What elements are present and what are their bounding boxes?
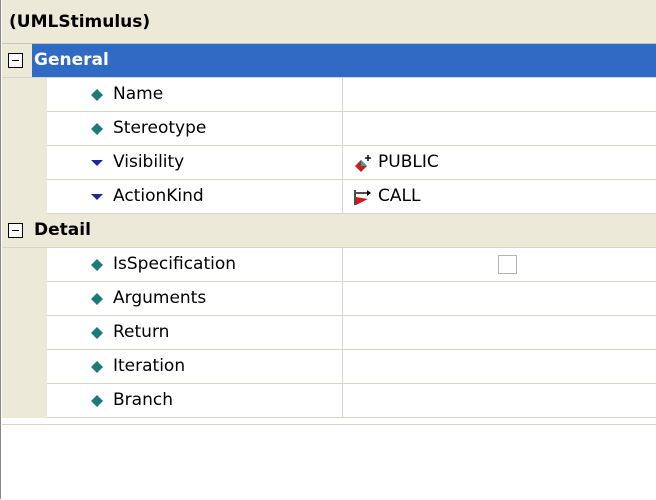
property-value[interactable]: CALL xyxy=(343,180,656,214)
property-row-arguments[interactable]: Arguments xyxy=(2,282,656,316)
description-pane xyxy=(2,424,656,500)
property-row-visibility[interactable]: Visibility PUBLIC xyxy=(2,146,656,180)
visibility-public-icon xyxy=(355,155,371,172)
property-value[interactable] xyxy=(343,316,656,350)
property-value[interactable] xyxy=(343,282,656,316)
property-grid-body: General Name Stereotype Visibility PUBLI… xyxy=(2,44,656,418)
property-label: IsSpecification xyxy=(113,254,237,274)
property-grid: (UMLStimulus) General Name Stereotype Vi… xyxy=(0,0,656,500)
category-label: Detail xyxy=(34,220,91,240)
property-value[interactable]: PUBLIC xyxy=(343,146,656,180)
action-call-icon xyxy=(354,190,371,205)
property-value[interactable] xyxy=(343,384,656,418)
property-value[interactable] xyxy=(343,350,656,384)
diamond-icon xyxy=(91,259,103,271)
property-label: Stereotype xyxy=(113,118,207,138)
property-row-isspecification[interactable]: IsSpecification xyxy=(2,248,656,282)
triangle-down-icon xyxy=(91,160,103,166)
diamond-icon xyxy=(91,361,103,373)
property-value[interactable] xyxy=(343,248,656,282)
property-label: Visibility xyxy=(113,152,185,172)
property-value[interactable] xyxy=(343,112,656,146)
property-label: Arguments xyxy=(113,288,207,308)
property-row-iteration[interactable]: Iteration xyxy=(2,350,656,384)
category-label: General xyxy=(32,44,656,77)
collapse-icon[interactable] xyxy=(8,53,23,68)
collapse-icon[interactable] xyxy=(8,223,23,238)
property-label: Branch xyxy=(113,390,173,410)
property-label: Return xyxy=(113,322,170,342)
property-row-actionkind[interactable]: ActionKind CALL xyxy=(2,180,656,214)
diamond-icon xyxy=(91,293,103,305)
diamond-icon xyxy=(91,395,103,407)
property-row-stereotype[interactable]: Stereotype xyxy=(2,112,656,146)
property-label: ActionKind xyxy=(113,186,204,206)
diamond-icon xyxy=(91,327,103,339)
property-value[interactable] xyxy=(343,78,656,112)
property-label: Iteration xyxy=(113,356,186,376)
property-label: Name xyxy=(113,84,164,104)
property-row-name[interactable]: Name xyxy=(2,78,656,112)
category-detail[interactable]: Detail xyxy=(2,214,656,248)
diamond-icon xyxy=(91,123,103,135)
property-row-branch[interactable]: Branch xyxy=(2,384,656,418)
category-general[interactable]: General xyxy=(2,44,656,78)
property-row-return[interactable]: Return xyxy=(2,316,656,350)
object-title: (UMLStimulus) xyxy=(2,0,656,44)
diamond-icon xyxy=(91,89,103,101)
is-specification-checkbox[interactable] xyxy=(498,255,517,274)
triangle-down-icon xyxy=(91,194,103,200)
